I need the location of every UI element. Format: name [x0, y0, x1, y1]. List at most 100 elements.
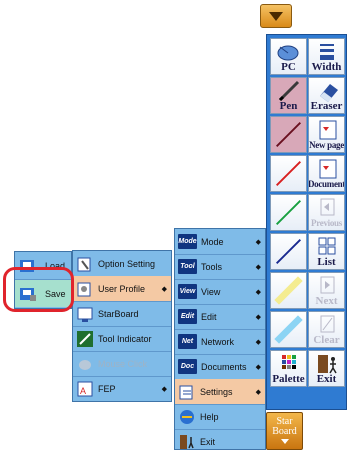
menu-item-label: Option Setting: [98, 258, 156, 269]
exit-icon: [318, 355, 337, 374]
menu-item-label: Settings: [200, 386, 233, 397]
tool-indicator-icon: [77, 330, 93, 347]
new-page-icon: [319, 120, 337, 140]
settings-icon: [179, 385, 193, 399]
highlighter-cyan-button[interactable]: [270, 311, 307, 348]
pen-color-dark-red-icon: [276, 122, 301, 147]
eraser-icon: [320, 84, 338, 102]
pen-button[interactable]: Pen: [270, 77, 307, 114]
submenu-arrow-icon: ◆: [255, 263, 261, 271]
mode-icon: Mode: [178, 234, 197, 249]
menu-item-starboard[interactable]: StarBoard: [73, 301, 171, 327]
highlighter-cyan-icon: [274, 315, 303, 344]
menu-item-documents[interactable]: Doc Documents ◆: [175, 354, 265, 380]
submenu-arrow-icon: ◆: [161, 285, 167, 293]
clear-button[interactable]: Clear: [308, 311, 345, 348]
settings-submenu: Option Setting User Profile ◆ StarBoard …: [72, 250, 172, 402]
menu-item-label: Tool Indicator: [98, 333, 152, 344]
toolbar-collapse-button[interactable]: [260, 4, 292, 28]
menu-item-label: StarBoard: [98, 308, 139, 319]
option-setting-icon: [77, 257, 91, 271]
submenu-arrow-icon: ◆: [255, 388, 261, 396]
submenu-arrow-icon: ◆: [255, 288, 261, 296]
list-icon: [318, 237, 336, 255]
menu-item-label: Edit: [201, 311, 217, 322]
line-width-icon: [320, 44, 334, 60]
clear-icon: [320, 315, 335, 333]
document-icon: [319, 159, 337, 179]
pen-color-green-icon: [276, 200, 301, 225]
menu-item-mouse-click[interactable]: Mouse Click: [73, 351, 171, 377]
edit-icon: Edit: [178, 309, 197, 324]
menu-item-tool-indicator[interactable]: Tool Indicator: [73, 326, 171, 352]
submenu-arrow-icon: ◆: [161, 385, 167, 393]
pen-color-red-icon: [276, 161, 301, 186]
starboard-icon: [77, 307, 93, 322]
menu-item-label: View: [201, 286, 221, 297]
highlighter-yellow-icon: [274, 276, 303, 305]
help-icon: [180, 409, 194, 424]
menu-item-view[interactable]: View View ◆: [175, 279, 265, 305]
pc-button[interactable]: PC: [270, 38, 307, 75]
user-profile-icon: [77, 282, 91, 296]
menu-item-tools[interactable]: Tool Tools ◆: [175, 254, 265, 280]
previous-button[interactable]: Previous: [308, 194, 345, 231]
menu-item-user-profile[interactable]: User Profile ◆: [73, 276, 171, 302]
pen-color-blue-button[interactable]: [270, 233, 307, 270]
main-menu: Mode Mode ◆ Tool Tools ◆ View View ◆ Edi…: [174, 228, 266, 450]
starboard-toolbar: PC Width Pen Eraser New page Document Pr…: [266, 34, 347, 410]
mouse-icon: [277, 45, 299, 61]
starboard-label-line2: Board: [272, 426, 297, 437]
triangle-down-icon: [269, 11, 283, 21]
triangle-down-icon: [280, 439, 289, 444]
mouse-click-icon: [79, 359, 91, 370]
next-button[interactable]: Next: [308, 272, 345, 309]
menu-item-option-setting[interactable]: Option Setting: [73, 251, 171, 277]
next-icon: [320, 276, 335, 294]
palette-button[interactable]: Palette: [270, 350, 307, 387]
fep-icon: A: [77, 381, 93, 396]
view-icon: View: [178, 284, 197, 299]
pen-color-dark-red-button[interactable]: [270, 116, 307, 153]
save-highlight-annotation: [3, 267, 74, 312]
previous-icon: [320, 198, 335, 216]
pen-color-red-button[interactable]: [270, 155, 307, 192]
menu-item-label: Tools: [201, 261, 223, 272]
submenu-arrow-icon: ◆: [255, 338, 261, 346]
menu-item-fep[interactable]: A FEP ◆: [73, 376, 171, 401]
new-page-button[interactable]: New page: [308, 116, 345, 153]
exit-toolbar-button[interactable]: Exit: [308, 350, 345, 387]
eraser-button[interactable]: Eraser: [308, 77, 345, 114]
document-button[interactable]: Document: [308, 155, 345, 192]
menu-item-label: Mode: [201, 236, 224, 247]
submenu-arrow-icon: ◆: [255, 363, 261, 371]
menu-item-network[interactable]: Net Network ◆: [175, 329, 265, 355]
width-button[interactable]: Width: [308, 38, 345, 75]
pen-color-green-button[interactable]: [270, 194, 307, 231]
menu-item-settings[interactable]: Settings ◆: [175, 379, 265, 405]
submenu-arrow-icon: ◆: [255, 238, 261, 246]
menu-item-mode[interactable]: Mode Mode ◆: [175, 229, 265, 255]
list-button[interactable]: List: [308, 233, 345, 270]
network-icon: Net: [178, 334, 197, 349]
menu-item-exit[interactable]: Exit: [175, 429, 265, 454]
menu-item-label: FEP: [98, 383, 116, 394]
menu-item-edit[interactable]: Edit Edit ◆: [175, 304, 265, 330]
starboard-menu-button[interactable]: Star Board: [266, 412, 303, 450]
svg-text:A: A: [80, 386, 86, 396]
document-icon: Doc: [178, 359, 197, 374]
menu-item-label: Documents: [201, 361, 247, 372]
menu-item-help[interactable]: Help: [175, 404, 265, 430]
palette-icon: [282, 355, 296, 369]
pen-color-blue-icon: [276, 239, 301, 264]
exit-icon: [180, 434, 194, 449]
highlighter-yellow-button[interactable]: [270, 272, 307, 309]
pen-icon: [278, 80, 300, 102]
menu-item-label: User Profile: [98, 283, 146, 294]
menu-item-label: Mouse Click: [98, 358, 148, 369]
menu-item-label: Exit: [200, 436, 216, 447]
submenu-arrow-icon: ◆: [255, 313, 261, 321]
menu-item-label: Help: [200, 411, 219, 422]
menu-item-label: Network: [201, 336, 235, 347]
tool-icon: Tool: [178, 259, 197, 274]
